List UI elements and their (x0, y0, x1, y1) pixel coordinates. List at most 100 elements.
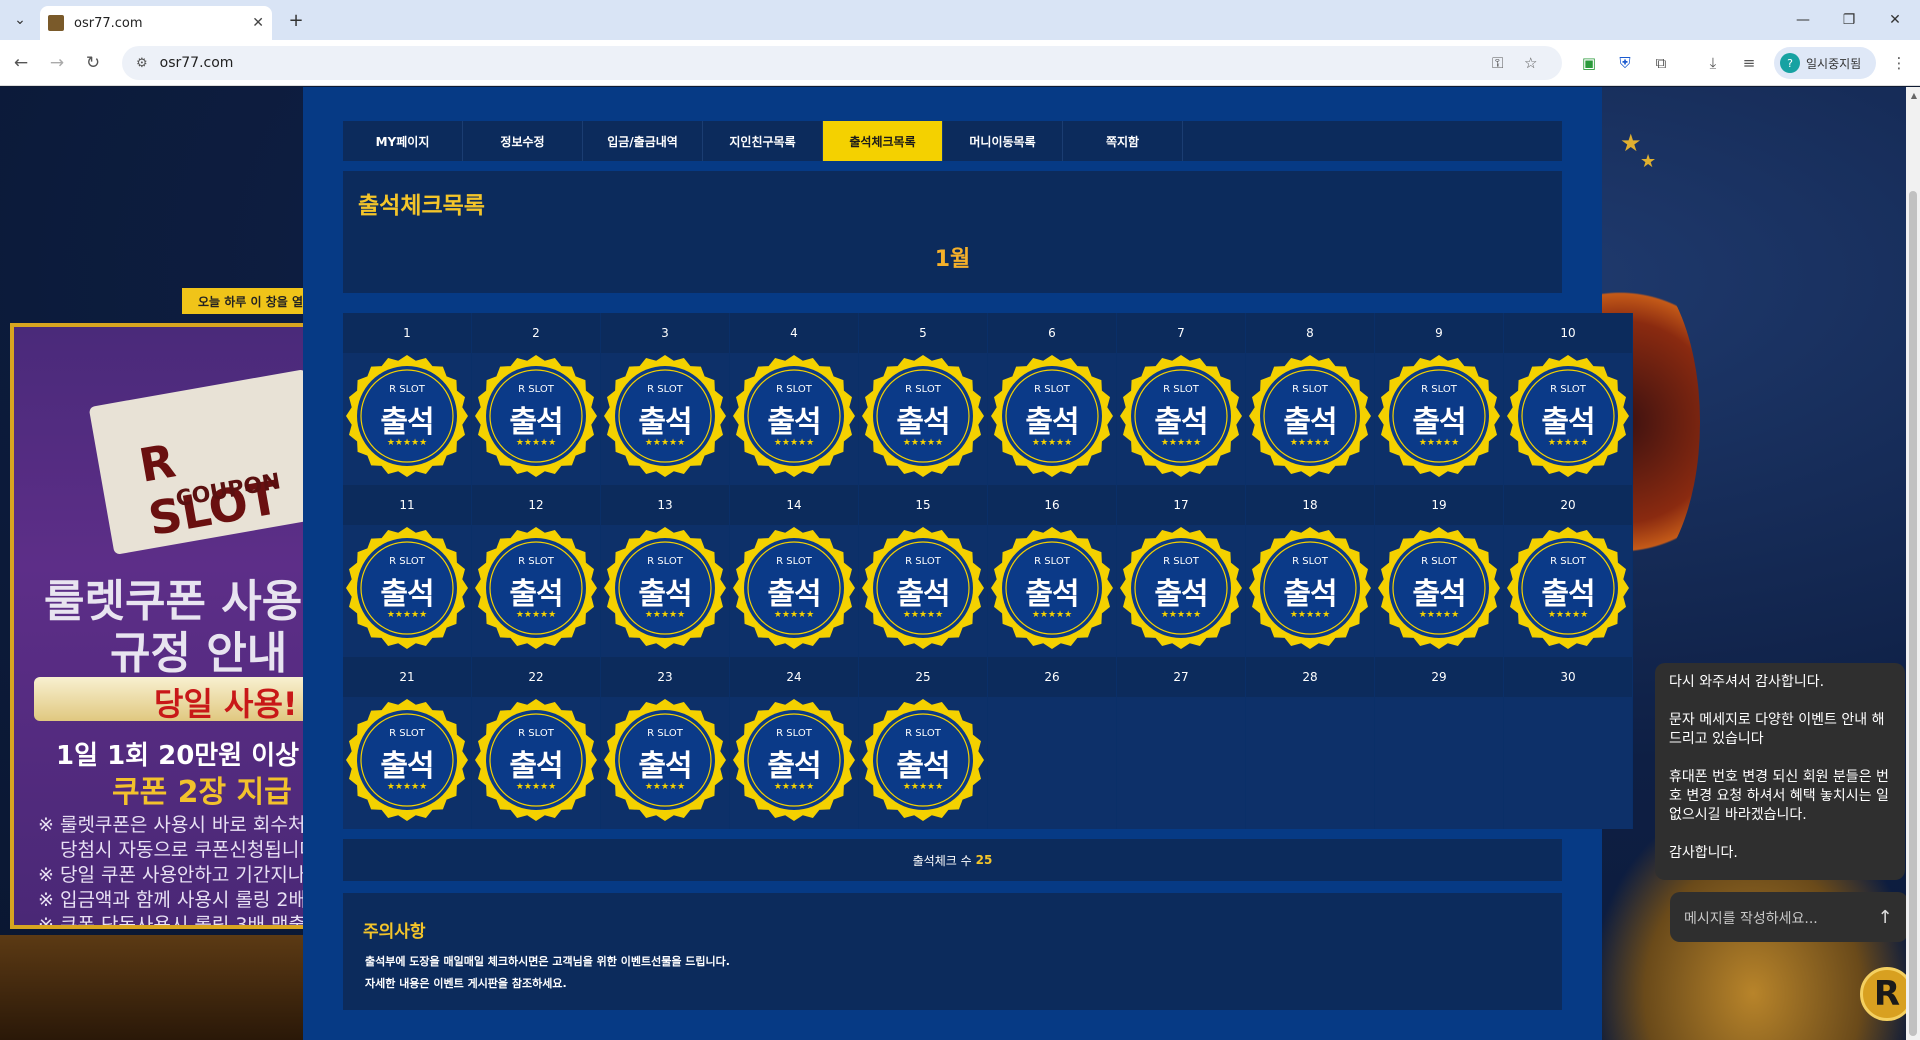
promo-note: ※ 룰렛쿠폰은 사용시 바로 회수처리되 (38, 814, 306, 836)
stamp-stars: ★★★★★ (902, 610, 944, 620)
stamp-stars: ★★★★★ (1418, 610, 1460, 620)
day-stamp-area: R SLOT 출석 ★★★★★ (601, 525, 729, 657)
attendance-stamp-icon: R SLOT 출석 ★★★★★ (1248, 526, 1372, 650)
close-window-icon[interactable]: ✕ (1880, 8, 1910, 32)
stamp-stars: ★★★★★ (644, 438, 686, 448)
coupon-promo-banner[interactable]: R SLOT COUPON 룰렛쿠폰 사용 규정 안내 당일 사용! 1일 1회… (10, 323, 310, 929)
calendar-day-cell: 29 (1375, 657, 1504, 829)
new-tab-icon[interactable]: + (284, 8, 308, 32)
day-stamp-area: R SLOT 출석 ★★★★★ (343, 353, 471, 485)
password-key-icon[interactable]: ⚿ (1492, 54, 1503, 72)
tab-deposit-withdraw[interactable]: 입금/출금내역 (583, 121, 703, 161)
calendar-day-cell: 18 R SLOT 출석 ★★★★★ (1246, 485, 1375, 657)
day-stamp-area: R SLOT 출석 ★★★★★ (1375, 525, 1503, 657)
promo-heading-2: 규정 안내 (110, 628, 288, 679)
star-icon: ★ (1640, 151, 1657, 172)
day-number: 9 (1375, 313, 1503, 353)
stamp-brand-text: R SLOT (1034, 384, 1070, 395)
day-stamp-area: R SLOT 출석 ★★★★★ (730, 353, 858, 485)
mypage-tabs: MY페이지 정보수정 입금/출금내역 지인친구목록 출석체크목록 머니이동목록 … (343, 121, 1562, 161)
chat-input-box[interactable]: 메시지를 작성하세요... ↑ (1670, 892, 1908, 942)
extension-green-icon[interactable]: ▣ (1578, 52, 1600, 74)
send-arrow-icon[interactable]: ↑ (1872, 904, 1898, 930)
notice-panel: 주의사항 출석부에 도장을 매일매일 체크하시면은 고객님을 위한 이벤트선물을… (343, 893, 1562, 1010)
forward-icon[interactable]: → (44, 50, 70, 76)
stamp-stars: ★★★★★ (1031, 610, 1073, 620)
day-number: 20 (1504, 485, 1632, 525)
attendance-count-bar: 출석체크 수 25 (343, 839, 1562, 881)
tab-messages[interactable]: 쪽지함 (1063, 121, 1183, 161)
stamp-brand-text: R SLOT (1292, 384, 1328, 395)
calendar-day-cell: 27 (1117, 657, 1246, 829)
bookmark-star-icon[interactable]: ☆ (1524, 54, 1537, 72)
site-info-icon[interactable]: ⚙ (136, 56, 148, 71)
calendar-day-cell: 17 R SLOT 출석 ★★★★★ (1117, 485, 1246, 657)
calendar-day-cell: 10 R SLOT 출석 ★★★★★ (1504, 313, 1633, 485)
close-today-popup-button[interactable]: 오늘 하루 이 창을 열 (182, 288, 312, 314)
tab-attendance[interactable]: 출석체크목록 (823, 121, 943, 161)
restore-icon[interactable]: ❐ (1834, 8, 1864, 32)
calendar-day-cell: 21 R SLOT 출석 ★★★★★ (343, 657, 472, 829)
stamp-stars: ★★★★★ (773, 438, 815, 448)
day-number: 26 (988, 657, 1116, 697)
day-stamp-area: R SLOT 출석 ★★★★★ (343, 697, 471, 829)
back-icon[interactable]: ← (8, 50, 34, 76)
address-bar[interactable]: ⚙ osr77.com ⚿ ☆ (122, 46, 1562, 80)
coupon-card: R SLOT COUPON (88, 369, 306, 555)
tab-search-icon[interactable]: ⌄ (8, 8, 32, 32)
scrollbar-thumb[interactable] (1909, 191, 1917, 1036)
attendance-stamp-icon: R SLOT 출석 ★★★★★ (345, 354, 469, 478)
attendance-stamp-icon: R SLOT 출석 ★★★★★ (603, 354, 727, 478)
promo-note: 당첨시 자동으로 쿠폰신청됩니다. (60, 839, 310, 861)
attendance-stamp-icon: R SLOT 출석 ★★★★★ (474, 698, 598, 822)
profile-button[interactable]: ? 일시중지됨 (1774, 47, 1876, 79)
media-control-icon[interactable]: ≡ (1738, 52, 1760, 74)
day-number: 16 (988, 485, 1116, 525)
day-number: 17 (1117, 485, 1245, 525)
tab-referrals[interactable]: 지인친구목록 (703, 121, 823, 161)
stamp-brand-text: R SLOT (776, 728, 812, 739)
star-icon: ★ (1620, 129, 1642, 157)
calendar-day-cell: 13 R SLOT 출석 ★★★★★ (601, 485, 730, 657)
stamp-stars: ★★★★★ (1289, 438, 1331, 448)
attendance-stamp-icon: R SLOT 출석 ★★★★★ (1506, 354, 1630, 478)
scrollbar[interactable]: ▲ (1906, 87, 1920, 1040)
stamp-main-text: 출석 (896, 405, 950, 440)
coins-decoration (0, 935, 320, 1040)
stamp-brand-text: R SLOT (1034, 556, 1070, 567)
day-number: 13 (601, 485, 729, 525)
day-stamp-area: R SLOT 출석 ★★★★★ (1246, 353, 1374, 485)
stamp-brand-text: R SLOT (518, 728, 554, 739)
day-stamp-area: R SLOT 출석 ★★★★★ (1117, 525, 1245, 657)
stamp-brand-text: R SLOT (1421, 384, 1457, 395)
day-number: 18 (1246, 485, 1374, 525)
attendance-stamp-icon: R SLOT 출석 ★★★★★ (990, 526, 1114, 650)
minimize-icon[interactable]: — (1788, 8, 1818, 32)
shield-extension-icon[interactable]: ⛨ (1614, 52, 1636, 74)
download-icon[interactable]: ⤓ (1702, 52, 1724, 74)
reload-icon[interactable]: ↻ (80, 50, 106, 76)
attendance-stamp-icon: R SLOT 출석 ★★★★★ (1119, 354, 1243, 478)
stamp-stars: ★★★★★ (1160, 610, 1202, 620)
stamp-brand-text: R SLOT (389, 728, 425, 739)
attendance-stamp-icon: R SLOT 출석 ★★★★★ (345, 526, 469, 650)
stamp-stars: ★★★★★ (1031, 438, 1073, 448)
tab-my-page[interactable]: MY페이지 (343, 121, 463, 161)
tab-edit-info[interactable]: 정보수정 (463, 121, 583, 161)
attendance-count-label: 출석체크 수 (912, 853, 972, 868)
stamp-brand-text: R SLOT (905, 384, 941, 395)
browser-menu-icon[interactable]: ⋮ (1888, 52, 1910, 74)
browser-tab[interactable]: osr77.com ✕ (40, 6, 272, 40)
stamp-main-text: 출석 (896, 577, 950, 612)
close-tab-icon[interactable]: ✕ (252, 15, 264, 31)
day-stamp-area: R SLOT 출석 ★★★★★ (1504, 525, 1632, 657)
url-text[interactable]: osr77.com (160, 55, 234, 71)
stamp-stars: ★★★★★ (773, 610, 815, 620)
scroll-up-icon[interactable]: ▲ (1911, 91, 1917, 100)
extensions-puzzle-icon[interactable]: ⧉ (1650, 52, 1672, 74)
stamp-stars: ★★★★★ (1547, 610, 1589, 620)
chat-input-placeholder[interactable]: 메시지를 작성하세요... (1684, 908, 1818, 928)
promo-note: ※ 당일 쿠폰 사용안하고 기간지나 사 (38, 864, 310, 886)
tab-money-transfer[interactable]: 머니이동목록 (943, 121, 1063, 161)
calendar-day-cell: 28 (1246, 657, 1375, 829)
